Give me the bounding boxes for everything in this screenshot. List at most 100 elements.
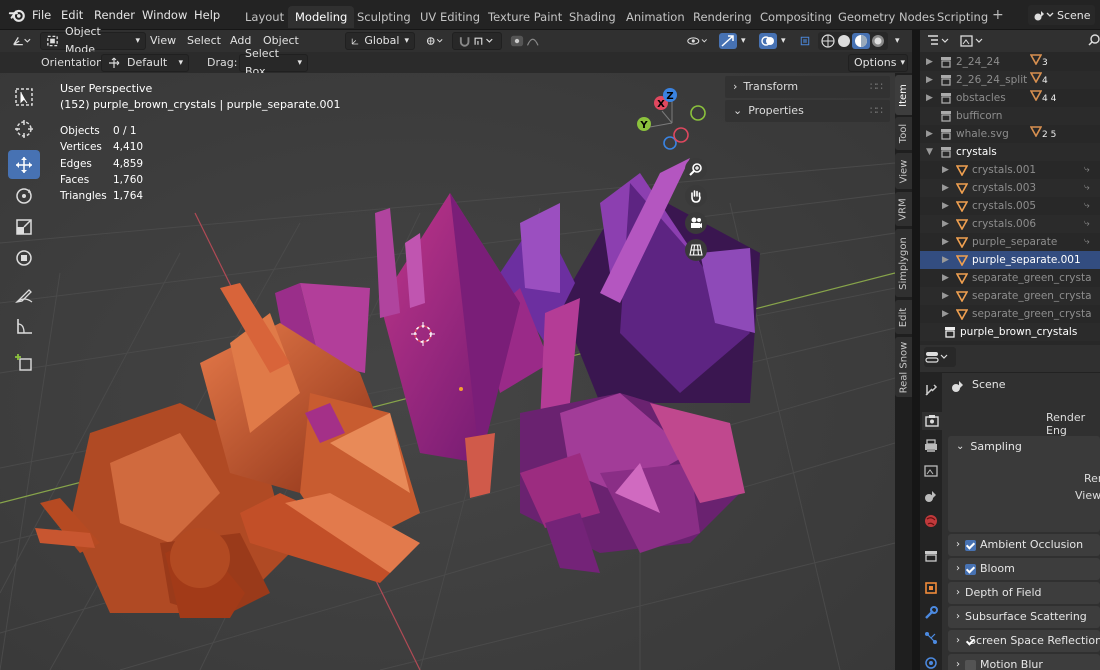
menu-help[interactable]: Help <box>194 0 220 30</box>
menu-file[interactable]: File <box>32 0 51 30</box>
gizmo-toggle-button[interactable]: ▾ <box>714 32 750 50</box>
chevron-right-icon[interactable]: ▶ <box>942 251 949 269</box>
world-properties-tab[interactable] <box>922 512 940 530</box>
chevron-right-icon[interactable]: ▶ <box>926 71 933 89</box>
drag-handle-icon[interactable]: ∷∷ <box>870 76 883 98</box>
render-section-header[interactable]: › Screen Space Reflections <box>948 630 1100 652</box>
chevron-right-icon[interactable]: ▶ <box>942 215 949 233</box>
navigation-gizmo[interactable]: X Z Y <box>630 83 715 168</box>
render-section-header[interactable]: › Ambient Occlusion <box>948 534 1100 556</box>
rendered-shading-icon[interactable] <box>870 33 886 49</box>
transform-tool[interactable] <box>8 243 40 272</box>
display-mode-icon[interactable] <box>960 34 986 48</box>
render-section-header[interactable]: › Subsurface Scattering <box>948 606 1100 628</box>
outliner-item[interactable]: ▶ purple_separate ⤷ <box>920 233 1100 251</box>
particles-properties-tab[interactable] <box>922 629 940 647</box>
workspace-tab-layout[interactable]: Layout <box>238 6 291 28</box>
outliner-item[interactable]: ▶ crystals.006 ⤷ <box>920 215 1100 233</box>
outliner-item[interactable]: ▶ 2_24_24 3 <box>920 53 1100 71</box>
scene-selector[interactable]: Scene <box>1028 5 1095 25</box>
sampling-header[interactable]: ⌄ Sampling <box>948 436 1100 458</box>
outliner-editor-icon[interactable] <box>926 34 952 48</box>
outliner-item[interactable]: ▶ crystals.001 ⤷ <box>920 161 1100 179</box>
editor-type-button[interactable] <box>6 32 36 50</box>
rotate-tool[interactable] <box>8 181 40 210</box>
properties-editor-type[interactable] <box>924 347 956 367</box>
tab-tool[interactable]: Tool <box>895 117 912 150</box>
section-enable-checkbox[interactable] <box>965 659 976 670</box>
chevron-right-icon[interactable]: ▶ <box>942 161 949 179</box>
chevron-right-icon[interactable]: ▶ <box>926 53 933 71</box>
tab-real-snow[interactable]: Real Snow <box>895 337 912 397</box>
section-enable-checkbox[interactable] <box>965 563 976 575</box>
neg-y-axis-handle[interactable] <box>690 105 706 121</box>
collection-properties-tab[interactable] <box>922 547 940 565</box>
workspace-tab-geometry-nodes[interactable]: Geometry Nodes <box>831 6 942 28</box>
workspace-tab-modeling[interactable]: Modeling <box>288 6 355 28</box>
object-properties-tab[interactable] <box>922 579 940 597</box>
scale-tool[interactable] <box>8 212 40 241</box>
xray-toggle[interactable] <box>795 32 815 50</box>
scene-properties-tab[interactable] <box>922 487 940 505</box>
tab-simplygon[interactable]: Simplygon <box>895 229 912 297</box>
cursor-tool[interactable] <box>8 114 40 143</box>
outliner-item[interactable]: ▶ purple_separate.001 <box>920 251 1100 269</box>
chevron-right-icon[interactable]: ▶ <box>926 89 933 107</box>
add-cube-tool[interactable] <box>8 348 40 377</box>
tab-edit[interactable]: Edit <box>895 300 912 334</box>
section-enable-checkbox[interactable] <box>965 539 976 551</box>
search-icon[interactable] <box>1088 33 1100 47</box>
workspace-tab-scripting[interactable]: Scripting <box>930 6 995 28</box>
menu-view[interactable]: View <box>145 32 181 50</box>
annotate-tool[interactable] <box>8 280 40 309</box>
render-section-header[interactable]: › Depth of Field <box>948 582 1100 604</box>
menu-window[interactable]: Window <box>142 0 187 30</box>
overlays-button[interactable]: ▾ <box>754 32 790 50</box>
outliner-item[interactable]: ▶ whale.svg 2 5 <box>920 125 1100 143</box>
add-workspace-button[interactable]: + <box>992 0 1004 30</box>
select-box-tool[interactable] <box>8 82 40 111</box>
chevron-down-icon[interactable]: ▼ <box>926 143 933 161</box>
pivot-point-button[interactable] <box>420 32 448 50</box>
visibility-button[interactable] <box>682 32 714 50</box>
render-section-header[interactable]: › Bloom <box>948 558 1100 580</box>
outliner-item[interactable]: bufficorn <box>920 107 1100 125</box>
workspace-tab-compositing[interactable]: Compositing <box>753 6 839 28</box>
workspace-tab-shading[interactable]: Shading <box>562 6 623 28</box>
transform-panel-header[interactable]: › Transform ∷∷ <box>725 76 890 98</box>
tool-properties-tab[interactable] <box>922 381 940 399</box>
outliner-item[interactable]: ▶ separate_green_crysta <box>920 287 1100 305</box>
options-dropdown[interactable]: Options ▾ <box>848 54 908 72</box>
drag-handle-icon[interactable]: ∷∷ <box>870 100 883 122</box>
tab-item[interactable]: Item <box>895 75 912 115</box>
chevron-right-icon[interactable]: ▶ <box>942 305 949 323</box>
camera-view-button[interactable] <box>685 212 707 234</box>
neg-x-axis-handle[interactable] <box>673 127 689 143</box>
outliner-item[interactable]: ▶ separate_green_crysta <box>920 305 1100 323</box>
orientation-dropdown[interactable]: Default ▾ <box>101 54 189 72</box>
outliner-item[interactable]: ▶ crystals.003 ⤷ <box>920 179 1100 197</box>
chevron-right-icon[interactable]: ▶ <box>942 269 949 287</box>
menu-select[interactable]: Select <box>182 32 226 50</box>
outliner-item[interactable]: ▶ crystals.005 ⤷ <box>920 197 1100 215</box>
chevron-right-icon[interactable]: ▶ <box>942 233 949 251</box>
workspace-tab-animation[interactable]: Animation <box>619 6 692 28</box>
render-section-header[interactable]: › Motion Blur <box>948 654 1100 670</box>
modifier-properties-tab[interactable] <box>922 604 940 622</box>
output-properties-tab[interactable] <box>922 437 940 455</box>
zoom-button[interactable] <box>685 158 707 180</box>
move-tool[interactable] <box>8 150 40 179</box>
pan-button[interactable] <box>685 185 707 207</box>
area-divider[interactable] <box>912 30 920 670</box>
proportional-edit-button[interactable] <box>505 32 550 50</box>
outliner-item[interactable]: ▶ separate_green_crysta <box>920 269 1100 287</box>
snap-button[interactable] <box>452 32 502 50</box>
measure-tool[interactable] <box>8 311 40 340</box>
render-properties-tab[interactable] <box>922 412 942 430</box>
workspace-tab-rendering[interactable]: Rendering <box>686 6 759 28</box>
chevron-right-icon[interactable]: ▶ <box>942 179 949 197</box>
perspective-toggle-button[interactable] <box>685 239 707 261</box>
transform-orientation-dropdown[interactable]: Global ▾ <box>345 32 415 50</box>
chevron-right-icon[interactable]: ▶ <box>942 287 949 305</box>
material-shading-icon[interactable] <box>852 33 870 49</box>
